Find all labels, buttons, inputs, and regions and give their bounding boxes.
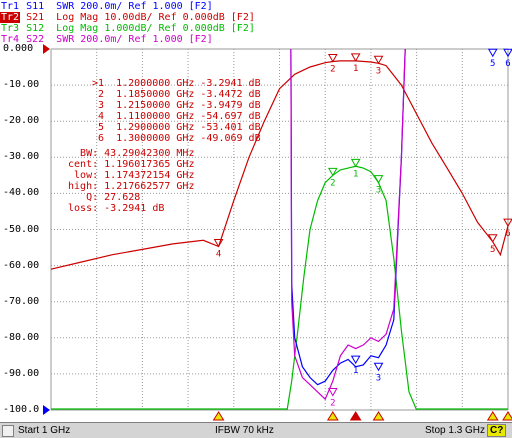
svg-text:3: 3 — [376, 186, 381, 196]
svg-text:5: 5 — [490, 59, 495, 69]
svg-text:3: 3 — [376, 66, 381, 76]
bandwidth-row: Q: 27.628 — [62, 192, 194, 203]
bandwidth-value: 27.628 — [104, 192, 141, 203]
bandwidth-value: 1.217662577 GHz — [104, 181, 195, 192]
marker-value: -3.2941 dB — [200, 78, 261, 89]
bandwidth-value: 43.29042300 MHz — [104, 148, 195, 159]
bandwidth-value: -3.2941 dB — [104, 203, 165, 214]
stimulus-marker-icon[interactable] — [372, 411, 385, 421]
marker-number: 4 — [92, 111, 117, 122]
marker-number: 5 — [92, 122, 117, 133]
svg-text:2: 2 — [330, 178, 335, 188]
marker-frequency: 1.2900000 GHz — [116, 122, 201, 133]
bandwidth-table: BW: 43.29042300 MHz cent: 1.196017365 GH… — [62, 148, 194, 214]
marker-number: >1 — [92, 78, 117, 89]
svg-text:2: 2 — [330, 399, 335, 409]
bandwidth-label: Q: — [62, 192, 105, 203]
vna-window: Tr1 S11 SWR 200.0m/ Ref 1.000 [F2] Tr2 S2… — [0, 0, 512, 438]
svg-text:5: 5 — [490, 245, 495, 255]
trace-marker-1[interactable]: 1 — [350, 158, 361, 179]
ifbw-setting[interactable]: IFBW 70 kHz — [215, 425, 274, 436]
svg-text:6: 6 — [505, 59, 510, 69]
start-frequency[interactable]: Start 1 GHz — [18, 425, 70, 436]
status-bar: Start 1 GHz IFBW 70 kHz Stop 1.3 GHz C? — [0, 422, 512, 438]
marker-number: 3 — [92, 100, 117, 111]
stimulus-axis-markers — [212, 411, 512, 421]
marker-frequency: 1.2000000 GHz — [116, 78, 201, 89]
marker-number: 6 — [92, 133, 117, 144]
trace-marker-5[interactable]: 5 — [487, 234, 498, 255]
marker-frequency: 1.2150000 GHz — [116, 100, 201, 111]
bandwidth-label: low: — [62, 170, 105, 181]
marker-frequency: 1.3000000 GHz — [116, 133, 201, 144]
marker-row: >1 1.2000000 GHz -3.2941 dB — [92, 78, 261, 89]
trace-marker-2[interactable]: 2 — [327, 167, 338, 188]
marker-value: -53.401 dB — [200, 122, 261, 133]
marker-row: 2 1.1850000 GHz -3.4472 dB — [92, 89, 261, 100]
trace-marker-5[interactable]: 5 — [487, 48, 498, 69]
bandwidth-row: high: 1.217662577 GHz — [62, 181, 194, 192]
reference-level-arrow[interactable] — [43, 405, 50, 415]
bandwidth-row: low: 1.174372154 GHz — [62, 170, 194, 181]
bandwidth-value: 1.196017365 GHz — [104, 159, 195, 170]
bandwidth-row: loss: -3.2941 dB — [62, 203, 194, 214]
stimulus-marker-icon[interactable] — [349, 411, 362, 421]
marker-value: -3.4472 dB — [200, 89, 261, 100]
stimulus-marker-icon[interactable] — [212, 411, 225, 421]
trace-marker-3[interactable]: 3 — [373, 175, 384, 196]
bandwidth-label: loss: — [62, 203, 105, 214]
marker-value: -3.9479 dB — [200, 100, 261, 111]
marker-row: 6 1.3000000 GHz -49.069 dB — [92, 133, 261, 144]
marker-row: 4 1.1100000 GHz -54.697 dB — [92, 111, 261, 122]
svg-text:1: 1 — [353, 64, 358, 74]
marker-number: 2 — [92, 89, 117, 100]
trace-marker-2[interactable]: 2 — [327, 388, 338, 409]
trace-marker-3[interactable]: 3 — [373, 55, 384, 76]
svg-text:3: 3 — [376, 373, 381, 383]
bandwidth-label: BW: — [62, 148, 105, 159]
reference-level-arrow[interactable] — [43, 44, 50, 54]
marker-frequency: 1.1850000 GHz — [116, 89, 201, 100]
marker-row: 3 1.2150000 GHz -3.9479 dB — [92, 100, 261, 111]
svg-text:4: 4 — [216, 249, 221, 259]
stimulus-marker-icon[interactable] — [326, 411, 339, 421]
trace-marker-3[interactable]: 3 — [373, 362, 384, 383]
stimulus-marker-icon[interactable] — [502, 411, 512, 421]
calibration-status-badge[interactable]: C? — [487, 424, 507, 437]
stimulus-marker-icon[interactable] — [486, 411, 499, 421]
bandwidth-row: BW: 43.29042300 MHz — [62, 148, 194, 159]
bandwidth-value: 1.174372154 GHz — [104, 170, 195, 181]
trace-marker-4[interactable]: 4 — [213, 238, 224, 259]
trace-marker-2[interactable]: 2 — [327, 53, 338, 74]
marker-value: -54.697 dB — [200, 111, 261, 122]
marker-frequency: 1.1100000 GHz — [116, 111, 201, 122]
trace-marker-1[interactable]: 1 — [350, 53, 361, 74]
marker-value: -49.069 dB — [200, 133, 261, 144]
svg-text:1: 1 — [353, 366, 358, 376]
svg-text:1: 1 — [353, 169, 358, 179]
stop-frequency[interactable]: Stop 1.3 GHz — [425, 425, 485, 436]
marker-table: >1 1.2000000 GHz -3.2941 dB 2 1.1850000 … — [92, 78, 261, 144]
bandwidth-row: cent: 1.196017365 GHz — [62, 159, 194, 170]
trace-s22 — [290, 48, 406, 401]
bandwidth-label: cent: — [62, 159, 105, 170]
status-chip[interactable] — [2, 425, 14, 437]
marker-row: 5 1.2900000 GHz -53.401 dB — [92, 122, 261, 133]
svg-text:2: 2 — [330, 64, 335, 74]
bandwidth-label: high: — [62, 181, 105, 192]
svg-text:6: 6 — [505, 229, 510, 239]
